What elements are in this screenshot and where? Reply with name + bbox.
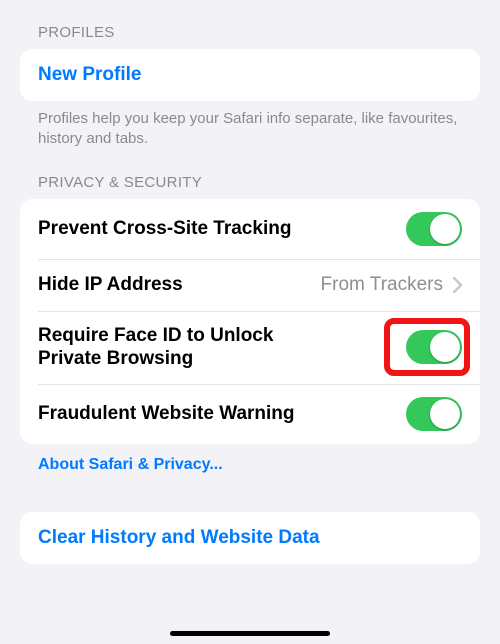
home-indicator	[170, 631, 330, 636]
profiles-footer: Profiles help you keep your Safari info …	[20, 101, 480, 150]
new-profile-row[interactable]: New Profile	[20, 49, 480, 101]
profiles-header: Profiles	[20, 0, 480, 49]
chevron-right-icon	[453, 277, 462, 293]
about-safari-privacy-link[interactable]: About Safari & Privacy...	[20, 444, 480, 474]
faceid-row[interactable]: Require Face ID to Unlock Private Browsi…	[20, 311, 480, 385]
new-profile-label: New Profile	[38, 63, 149, 87]
profiles-group: New Profile	[20, 49, 480, 101]
fraud-row[interactable]: Fraudulent Website Warning	[20, 384, 480, 444]
fraud-toggle[interactable]	[406, 397, 462, 431]
prevent-tracking-toggle[interactable]	[406, 212, 462, 246]
clear-history-row[interactable]: Clear History and Website Data	[20, 512, 480, 564]
prevent-tracking-row[interactable]: Prevent Cross-Site Tracking	[20, 199, 480, 259]
hide-ip-detail: From Trackers	[321, 274, 443, 296]
prevent-tracking-label: Prevent Cross-Site Tracking	[38, 217, 299, 241]
faceid-toggle[interactable]	[406, 330, 462, 364]
hide-ip-row[interactable]: Hide IP Address From Trackers	[20, 259, 480, 311]
clear-group: Clear History and Website Data	[20, 512, 480, 564]
clear-history-label: Clear History and Website Data	[38, 526, 328, 550]
privacy-header: Privacy & Security	[20, 150, 480, 199]
privacy-group: Prevent Cross-Site Tracking Hide IP Addr…	[20, 199, 480, 445]
faceid-label: Require Face ID to Unlock Private Browsi…	[38, 324, 318, 372]
hide-ip-label: Hide IP Address	[38, 273, 191, 297]
fraud-label: Fraudulent Website Warning	[38, 402, 303, 426]
